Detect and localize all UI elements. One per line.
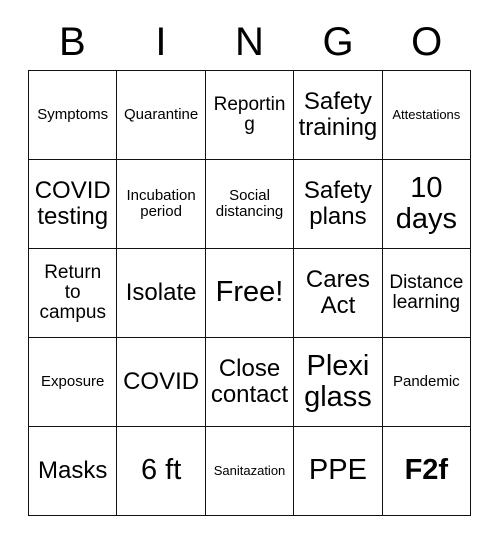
- bingo-cell-label: COVID: [123, 368, 200, 396]
- bingo-row: Masks 6 ft Sanitazation PPE F2f: [29, 427, 472, 516]
- bingo-cell[interactable]: F2f: [382, 427, 472, 516]
- bingo-cell-label: 6 ft: [140, 454, 182, 487]
- bingo-row: COVID testing Incubation period Social dis…: [29, 160, 472, 249]
- bingo-cell[interactable]: COVID testing: [29, 160, 118, 249]
- bingo-cell[interactable]: 10 days: [382, 160, 472, 249]
- bingo-cell[interactable]: Masks: [29, 427, 118, 516]
- bingo-cell[interactable]: Symptoms: [29, 71, 118, 160]
- bingo-cell[interactable]: PPE: [294, 427, 383, 516]
- bingo-cell[interactable]: Sanitazation: [205, 427, 295, 516]
- bingo-cell[interactable]: 6 ft: [117, 427, 206, 516]
- bingo-cell-label: COVID testing: [34, 177, 111, 230]
- bingo-cell[interactable]: Distance learning: [382, 249, 472, 338]
- bingo-cell[interactable]: Incubation period: [117, 160, 206, 249]
- bingo-cell-label: Incubation period: [126, 186, 196, 220]
- bingo-cell[interactable]: Cares Act: [294, 249, 383, 338]
- bingo-cell-label: Isolate: [125, 279, 197, 307]
- bingo-cell-label: Attestations: [392, 107, 461, 123]
- bingo-cell[interactable]: Return to campus: [29, 249, 118, 338]
- bingo-header-letter-i: I: [155, 20, 167, 64]
- bingo-cell[interactable]: Social distancing: [205, 160, 295, 249]
- bingo-cell[interactable]: Plexi glass: [294, 338, 383, 427]
- bingo-cell[interactable]: Close contact: [205, 338, 295, 427]
- bingo-cell-label: Symptoms: [37, 105, 109, 123]
- bingo-cell-label: Safety training: [298, 88, 378, 141]
- bingo-cell-label: Safety plans: [303, 177, 372, 230]
- bingo-cell-label: Free!: [215, 276, 284, 309]
- bingo-cell-label: Sanitazation: [213, 463, 286, 479]
- bingo-cell[interactable]: Reporting: [205, 71, 295, 160]
- bingo-cell[interactable]: Free!: [205, 249, 295, 338]
- bingo-cell[interactable]: Isolate: [117, 249, 206, 338]
- bingo-cell-label: Quarantine: [124, 105, 199, 123]
- bingo-cell[interactable]: Pandemic: [382, 338, 472, 427]
- bingo-cell-label: PPE: [308, 454, 367, 487]
- bingo-cell-label: Return to campus: [39, 261, 106, 324]
- bingo-cell[interactable]: Quarantine: [117, 71, 206, 160]
- bingo-cell-label: Plexi glass: [304, 349, 372, 413]
- bingo-header-letter-g: G: [322, 20, 354, 64]
- bingo-card: B I N G O Symptoms Quarantine Reporting Saf…: [28, 14, 472, 516]
- bingo-cell[interactable]: COVID: [117, 338, 206, 427]
- bingo-cell-label: F2f: [404, 454, 449, 487]
- bingo-row: Symptoms Quarantine Reporting Safety traini…: [29, 71, 472, 160]
- bingo-cell-label: Pandemic: [392, 372, 460, 390]
- bingo-grid: Symptoms Quarantine Reporting Safety traini…: [28, 70, 472, 516]
- bingo-cell-label: Masks: [38, 457, 108, 485]
- bingo-cell[interactable]: Safety plans: [294, 160, 383, 249]
- bingo-cell-label: Cares Act: [305, 266, 370, 319]
- bingo-row: Exposure COVID Close contact Plexi glass Pan…: [29, 338, 472, 427]
- bingo-header-row: B I N G O: [28, 14, 471, 70]
- bingo-cell-label: Exposure: [41, 372, 105, 390]
- bingo-cell-label: 10 days: [395, 171, 457, 235]
- bingo-cell[interactable]: Exposure: [29, 338, 118, 427]
- bingo-cell-label: Distance learning: [389, 271, 464, 313]
- bingo-cell-label: Close contact: [210, 355, 289, 408]
- bingo-row: Return to campus Isolate Free! Cares Act Dis…: [29, 249, 472, 338]
- bingo-cell-label: Social distancing: [215, 186, 284, 220]
- bingo-header-letter-n: N: [235, 20, 264, 64]
- bingo-header-letter-b: B: [58, 20, 86, 64]
- bingo-header-letter-o: O: [411, 20, 443, 64]
- bingo-cell[interactable]: Attestations: [382, 71, 472, 160]
- bingo-cell[interactable]: Safety training: [294, 71, 383, 160]
- bingo-cell-label: Reporting: [213, 93, 286, 135]
